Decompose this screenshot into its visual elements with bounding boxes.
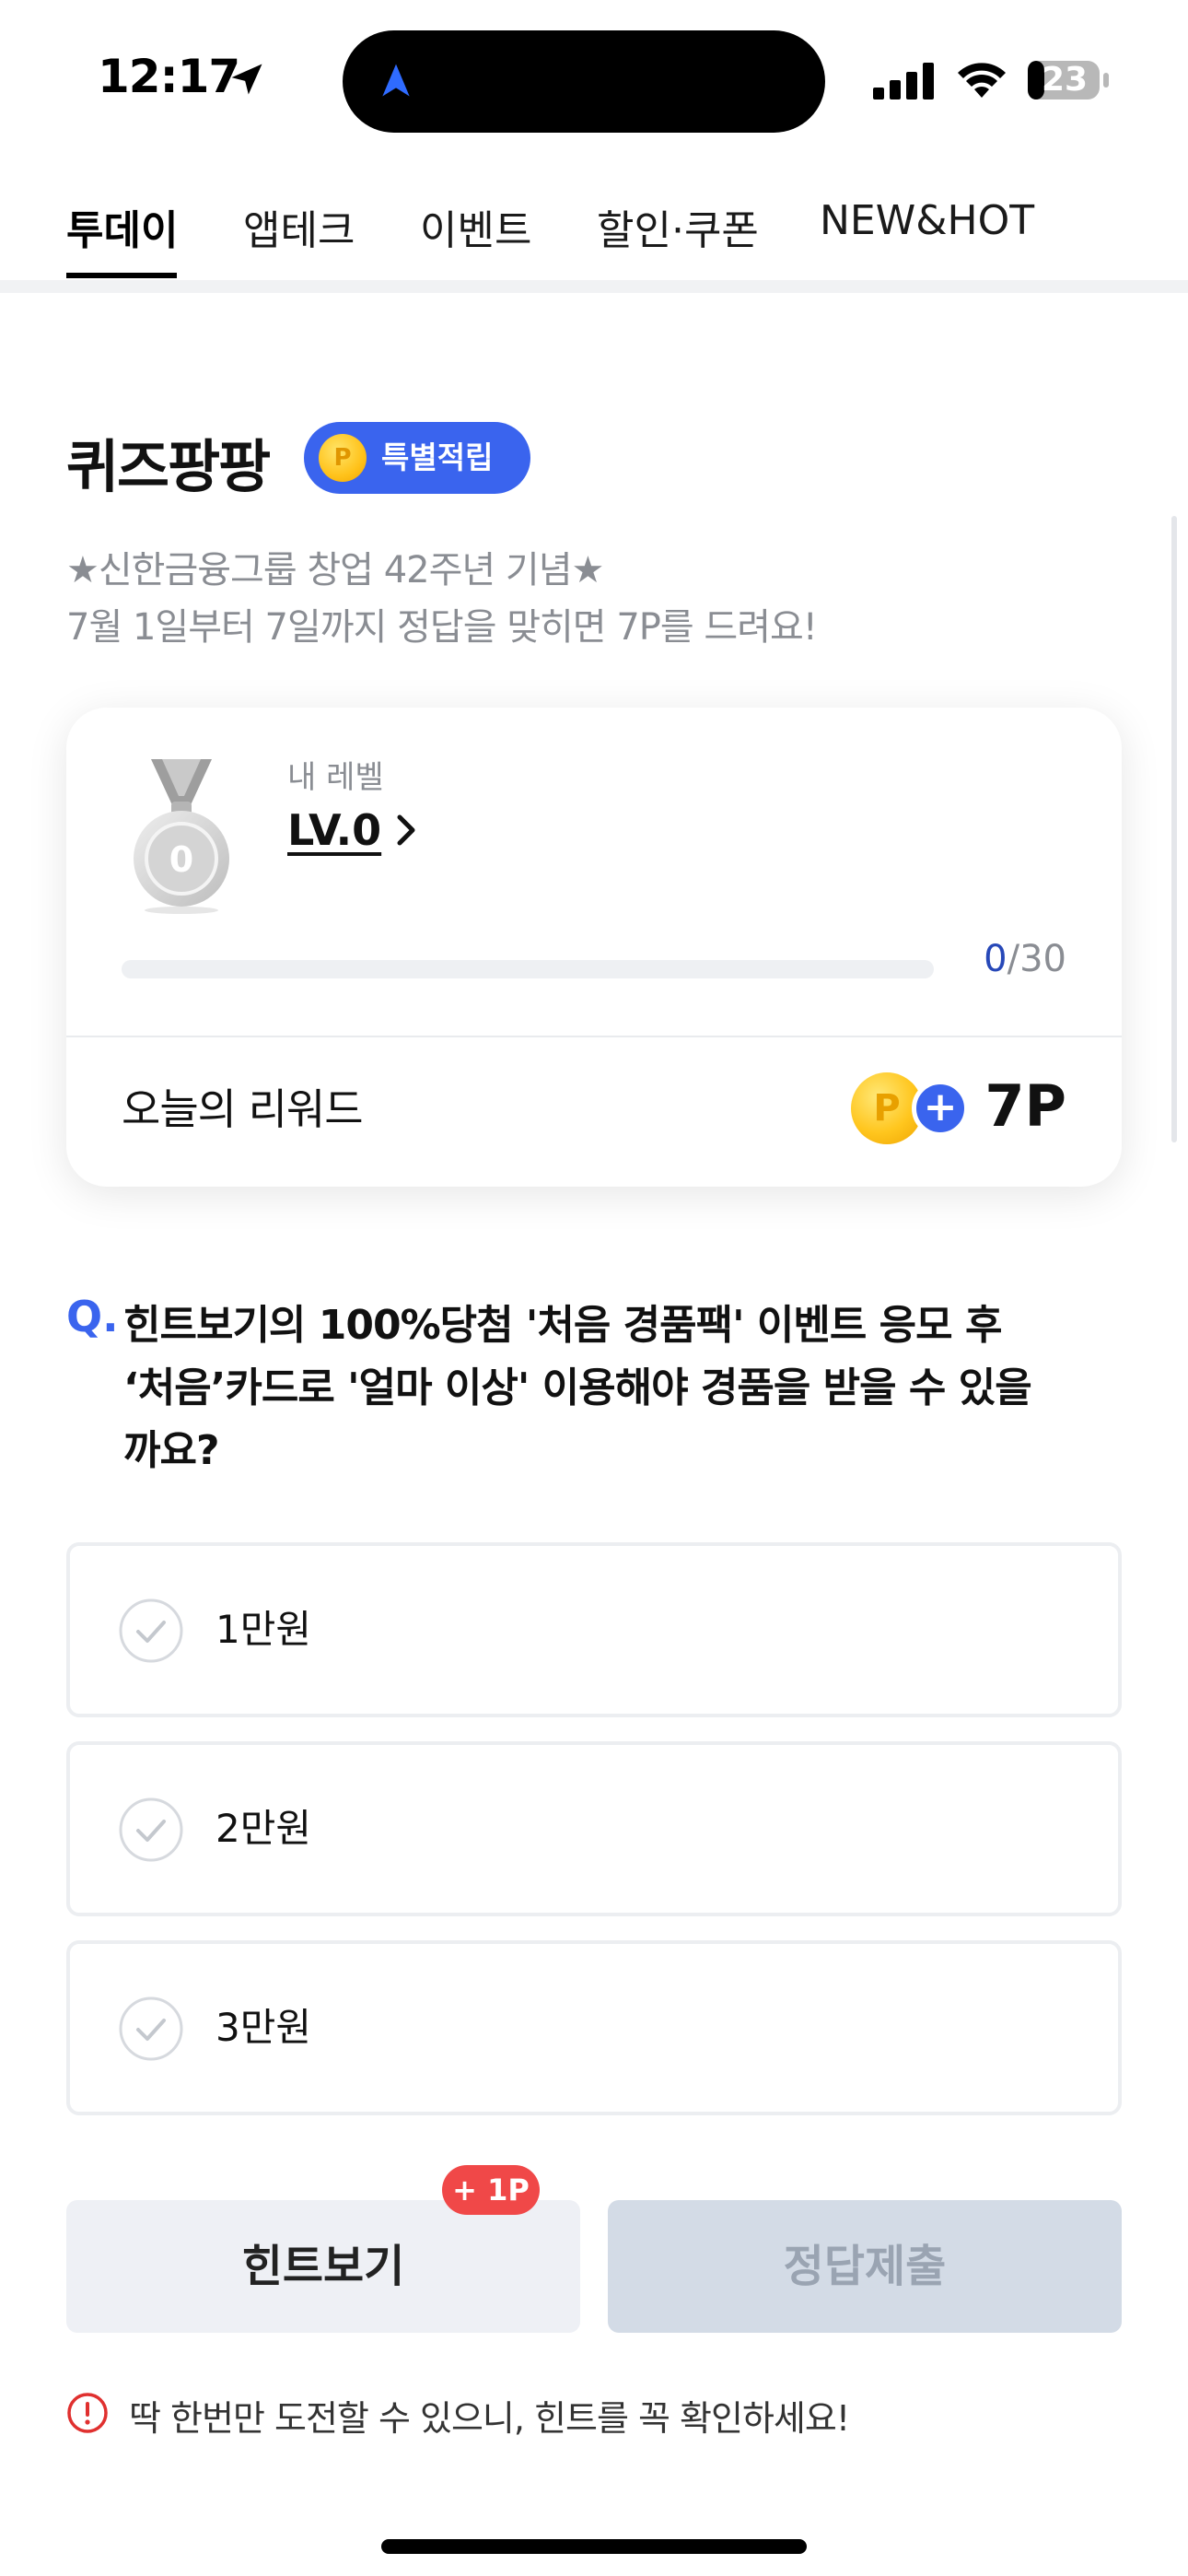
hint-bonus-badge: + 1P bbox=[442, 2165, 540, 2215]
battery-level: 23 bbox=[1041, 61, 1089, 99]
event-subtitle-line1: ★신한금융그룹 창업 42주년 기념★ bbox=[66, 549, 604, 591]
my-level-caption: 내 레벨 bbox=[287, 759, 384, 796]
level-progress-bar bbox=[122, 960, 934, 978]
level-card: 0 내 레벨 LV.0 0/30 오늘의 리워드 P + 7P bbox=[66, 708, 1122, 1187]
signal-icon bbox=[873, 63, 934, 100]
tab-event[interactable]: 이벤트 bbox=[420, 197, 531, 256]
navigation-icon bbox=[382, 64, 410, 97]
event-subtitle-line2: 7월 1일부터 7일까지 정답을 맞히면 7P를 드려요! bbox=[66, 606, 818, 649]
svg-text:0: 0 bbox=[169, 839, 193, 880]
level-link[interactable]: LV.0 bbox=[287, 805, 420, 855]
hint-button[interactable]: 힌트보기 bbox=[66, 2200, 580, 2333]
progress-total: /30 bbox=[1007, 938, 1066, 980]
plus-icon: + bbox=[912, 1080, 969, 1137]
today-reward-value: 7P bbox=[984, 1072, 1066, 1140]
tab-discount-coupon[interactable]: 할인·쿠폰 bbox=[597, 197, 759, 256]
level-progress-text: 0/30 bbox=[984, 938, 1066, 980]
question-text-line2: ‘처음’카드로 '얼마 이상' 이용해야 경품을 받을 수 있을 bbox=[123, 1364, 1032, 1411]
active-tab-indicator bbox=[66, 273, 177, 278]
location-arrow-icon bbox=[231, 64, 262, 95]
answer-option-label: 3만원 bbox=[215, 2005, 312, 2050]
card-divider bbox=[66, 1036, 1122, 1037]
tab-apptech[interactable]: 앱테크 bbox=[243, 197, 355, 256]
wifi-icon bbox=[958, 63, 1006, 98]
answer-option-label: 2만원 bbox=[215, 1806, 312, 1851]
submit-answer-button[interactable]: 정답제출 bbox=[608, 2200, 1122, 2333]
medal-icon: 0 bbox=[134, 759, 229, 914]
chevron-right-icon bbox=[397, 814, 415, 846]
progress-current: 0 bbox=[984, 938, 1007, 980]
tabs-divider bbox=[0, 280, 1188, 293]
answer-option-2[interactable]: 2만원 bbox=[66, 1741, 1122, 1916]
notice-text: 딱 한번만 도전할 수 있으니, 힌트를 꼭 확인하세요! bbox=[129, 2398, 850, 2439]
today-reward-label: 오늘의 리워드 bbox=[122, 1084, 364, 1134]
answer-option-3[interactable]: 3만원 bbox=[66, 1940, 1122, 2115]
status-bar: 12:17 23 bbox=[0, 0, 1188, 157]
special-reward-badge: P 특별적립 bbox=[304, 422, 530, 494]
check-circle-icon bbox=[119, 1598, 183, 1663]
level-value: LV.0 bbox=[287, 805, 382, 855]
special-reward-label: 특별적립 bbox=[381, 439, 494, 475]
check-circle-icon bbox=[119, 1996, 183, 2061]
check-circle-icon bbox=[119, 1797, 183, 1862]
tab-today[interactable]: 투데이 bbox=[66, 197, 178, 256]
warning-icon bbox=[67, 2393, 108, 2433]
page-title: 퀴즈팡팡 bbox=[66, 433, 271, 500]
top-tab-bar: 투데이 앱테크 이벤트 할인·쿠폰 NEW&HOT bbox=[0, 184, 1188, 280]
question-text-line3: 까요? bbox=[123, 1427, 219, 1474]
home-indicator[interactable] bbox=[381, 2539, 807, 2554]
point-coin-icon: P bbox=[319, 434, 367, 482]
question-prefix: Q. bbox=[66, 1292, 119, 1341]
answer-option-1[interactable]: 1만원 bbox=[66, 1542, 1122, 1717]
answer-option-label: 1만원 bbox=[215, 1607, 312, 1652]
scrollbar[interactable] bbox=[1171, 516, 1177, 1142]
status-time: 12:17 bbox=[98, 50, 240, 103]
question-text-line1: 힌트보기의 100%당첨 '처음 경품팩' 이벤트 응모 후 bbox=[123, 1302, 1002, 1349]
tab-new-hot[interactable]: NEW&HOT bbox=[820, 197, 1034, 244]
